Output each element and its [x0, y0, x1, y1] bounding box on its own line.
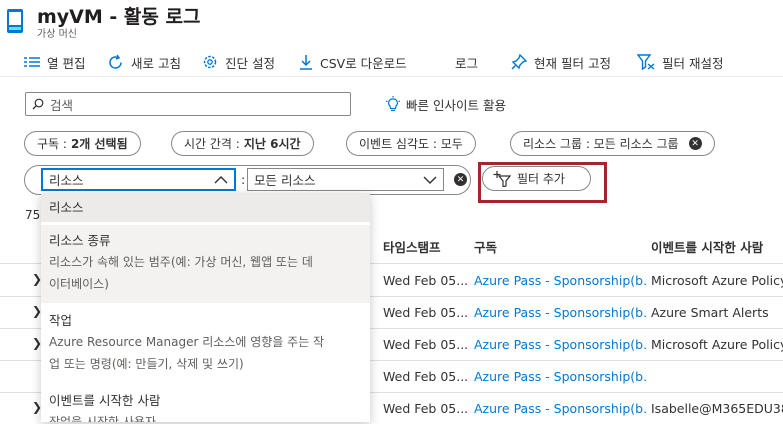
item-count: 75 [25, 208, 41, 222]
filter-field-value: 리소스 [49, 173, 84, 188]
cell-subscription[interactable]: Azure Pass - Sponsorship(b... [474, 337, 646, 352]
filter-pill-label: 시간 간격 : [184, 137, 240, 151]
quick-insights-button[interactable]: 빠른 인사이트 활용 [385, 95, 506, 114]
search-icon [32, 98, 44, 110]
reset-filters-label: 필터 재설정 [662, 55, 724, 71]
cell-subscription[interactable]: Azure Pass - Sponsorship(b... [474, 401, 646, 416]
logs-button[interactable]: 로그 [455, 53, 478, 71]
column-header-initiated-by[interactable]: 이벤트를 시작한 사람 [651, 237, 763, 256]
filter-pill-timespan[interactable]: 시간 간격 : 지난 6시간 [171, 131, 314, 156]
logs-label: 로그 [455, 55, 479, 71]
page-subtitle: 가상 머신 [37, 29, 77, 40]
refresh-icon [109, 54, 122, 69]
column-header-subscription[interactable]: 구독 [474, 237, 497, 256]
gear-icon [203, 55, 217, 69]
highlight-box [478, 162, 607, 203]
filter-pill-value: 지난 6시간 [243, 137, 301, 151]
filter-pill-resource-group[interactable]: 리소스 그룹 : 모든 리소스 그룹 ✕ [510, 131, 715, 156]
filter-pill-label: 리소스 그룹 : 모든 리소스 그룹 [523, 137, 679, 151]
filter-field-menu: 리소스 리소스 종류 리소스가 속해 있는 범주(예: 가상 머신, 웹앱 또는… [41, 193, 370, 422]
filter-separator: : [241, 172, 246, 187]
refresh-label: 새로 고침 [131, 55, 181, 71]
refresh-button[interactable]: 새로 고침 [107, 53, 181, 71]
filter-field-dropdown[interactable]: 리소스 [41, 168, 236, 191]
menu-option-description: 이터베이스) [49, 277, 109, 291]
edit-columns-label: 열 편집 [47, 55, 86, 71]
pin-filters-button[interactable]: 현재 필터 고정 [511, 53, 611, 71]
quick-insights-label: 빠른 인사이트 활용 [406, 98, 506, 113]
menu-option-title: 리소스 [49, 200, 84, 215]
filter-pill-severity[interactable]: 이벤트 심각도 : 모두 [346, 131, 476, 156]
menu-option-title: 리소스 종류 [49, 233, 111, 248]
virtual-machine-icon [7, 9, 23, 33]
menu-option-description: Azure Resource Manager 리소스에 영향을 주는 작 [49, 335, 325, 349]
menu-option-description: 업 또는 명령(예: 만들기, 삭제 및 쓰기) [49, 357, 244, 371]
filter-pill-label: 구독 : [37, 137, 67, 151]
diagnostic-settings-label: 진단 설정 [225, 55, 275, 71]
filter-reset-icon [637, 54, 655, 70]
menu-option-title: 작업 [49, 313, 73, 328]
cell-timestamp: Wed Feb 05... [383, 401, 469, 416]
diagnostic-settings-button[interactable]: 진단 설정 [202, 53, 275, 71]
menu-option-title: 이벤트를 시작한 사람 [49, 393, 161, 408]
chevron-up-icon [214, 175, 228, 183]
download-csv-button[interactable]: CSV로 다운로드 [299, 53, 407, 71]
cell-initiated-by: Isabelle@M365EDU387... [651, 401, 783, 416]
menu-option-description: 리소스가 속해 있는 범주(예: 가상 머신, 웹앱 또는 데 [49, 255, 313, 269]
filter-pill-label: 이벤트 심각도 : 모두 [359, 137, 463, 151]
menu-option-resource-type[interactable]: 리소스 종류 리소스가 속해 있는 범주(예: 가상 머신, 웹앱 또는 데 이… [41, 225, 370, 303]
download-icon [300, 55, 312, 70]
cell-subscription[interactable]: Azure Pass - Sponsorship(b... [474, 305, 646, 320]
cell-initiated-by: Microsoft Azure Policy [651, 337, 783, 352]
toolbar-divider [0, 76, 783, 77]
lightbulb-icon [385, 95, 401, 111]
reset-filters-button[interactable]: 필터 재설정 [637, 53, 723, 71]
filter-pill-subscription[interactable]: 구독 :2개 선택됨 [24, 131, 141, 156]
menu-option-description: 작업을 시작한 사용자 [49, 415, 156, 422]
cell-timestamp: Wed Feb 05... [383, 337, 469, 352]
cell-initiated-by: Microsoft Azure Policy [651, 273, 783, 288]
cell-subscription[interactable]: Azure Pass - Sponsorship(b... [474, 273, 646, 288]
remove-filter-icon[interactable]: ✕ [688, 137, 702, 150]
chevron-down-icon [423, 176, 437, 184]
column-header-timestamp[interactable]: 타임스탬프 [383, 237, 441, 256]
search-placeholder: 검색 [50, 97, 74, 113]
clear-filter-icon[interactable]: ✕ [454, 173, 467, 186]
list-icon [24, 57, 40, 67]
filter-value-dropdown[interactable]: 모든 리소스 [247, 168, 444, 191]
menu-option-operation[interactable]: 작업 Azure Resource Manager 리소스에 영향을 주는 작 … [41, 305, 370, 385]
cell-timestamp: Wed Feb 05... [383, 273, 469, 288]
menu-option-initiated-by[interactable]: 이벤트를 시작한 사람 작업을 시작한 사용자 [41, 385, 370, 422]
filter-value-text: 모든 리소스 [254, 173, 316, 188]
edit-columns-button[interactable]: 열 편집 [24, 53, 85, 71]
pin-icon [511, 54, 527, 70]
cell-timestamp: Wed Feb 05... [383, 305, 469, 320]
cell-timestamp: Wed Feb 05... [383, 369, 469, 384]
cell-initiated-by: Azure Smart Alerts [651, 305, 769, 320]
search-input[interactable]: 검색 [25, 92, 351, 116]
pin-filters-label: 현재 필터 고정 [534, 55, 611, 71]
filter-pill-value: 2개 선택됨 [70, 137, 128, 151]
download-csv-label: CSV로 다운로드 [320, 55, 407, 71]
cell-subscription[interactable]: Azure Pass - Sponsorship(b... [474, 369, 646, 384]
menu-option-resource[interactable]: 리소스 [41, 193, 370, 222]
